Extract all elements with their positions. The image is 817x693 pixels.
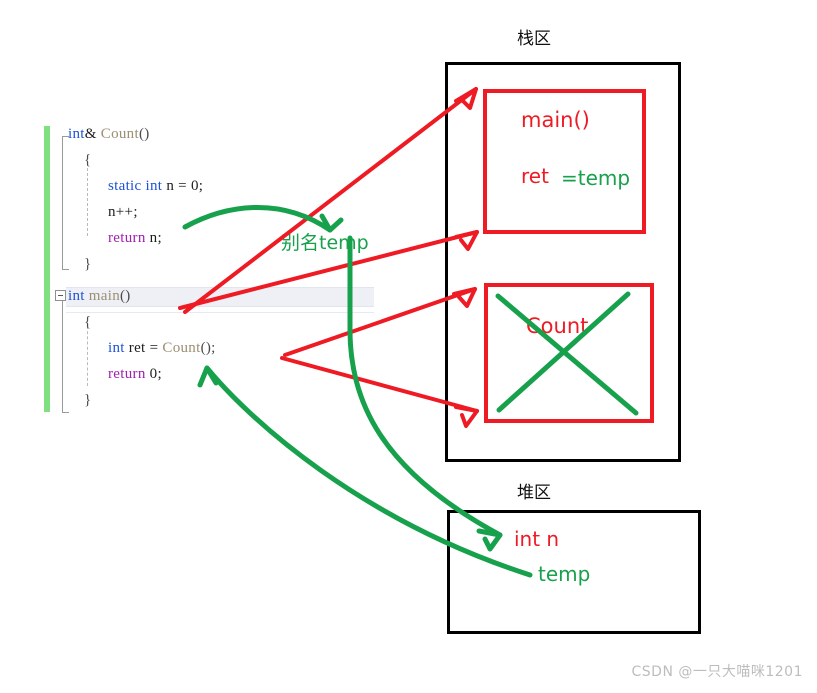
code-token: return (108, 366, 150, 382)
code-token: & (84, 126, 101, 142)
stack-region-title: 栈区 (517, 29, 551, 49)
code-token: 0; (149, 366, 162, 382)
code-fold-guide-count (62, 136, 63, 269)
code-token: int (68, 288, 89, 304)
alias-temp-annotation: 别名temp (281, 232, 369, 254)
code-token: } (84, 392, 92, 408)
heap-label-int-n: int n (514, 527, 560, 551)
stack-frame-main-label: main() (521, 108, 590, 132)
code-token: (); (200, 340, 216, 356)
code-token: Count (100, 126, 139, 142)
code-fold-guide-main (62, 294, 63, 412)
code-line: int ret = Count(); (108, 340, 216, 357)
code-line: { (84, 152, 92, 169)
code-line: int main() (68, 288, 131, 305)
code-token: static (108, 178, 146, 194)
code-collapse-toggle-main[interactable] (55, 290, 66, 301)
diagram-canvas: int& Count(){static int n = 0; n++; return… (0, 0, 817, 693)
code-token: Count (162, 340, 201, 356)
code-token: ret = (128, 340, 163, 356)
code-token: () (138, 126, 150, 142)
stack-frame-count-label: Count (526, 314, 589, 338)
code-token: () (120, 288, 131, 304)
code-fold-cap-mid (62, 269, 69, 270)
code-line: { (84, 314, 92, 331)
stack-frame-main-var-green: =temp (561, 166, 631, 190)
code-line: static int n = 0; (108, 178, 203, 195)
stack-frame-count (484, 283, 654, 423)
code-token: n++; (108, 204, 138, 220)
code-line: int& Count() (68, 126, 150, 143)
code-line: } (84, 392, 92, 409)
code-token: int (108, 340, 129, 356)
code-token: main (88, 288, 120, 304)
code-token: return (108, 230, 150, 246)
code-editor-pane: int& Count(){static int n = 0; n++; return… (44, 126, 374, 413)
heap-label-temp: temp (538, 562, 591, 586)
code-line: } (84, 256, 92, 273)
code-fold-cap-bottom (62, 412, 69, 413)
code-token: { (84, 314, 92, 330)
editor-change-bar (44, 126, 50, 412)
code-token: int (68, 126, 85, 142)
code-token: } (84, 256, 92, 272)
code-line: return n; (108, 230, 162, 247)
code-line: return 0; (108, 366, 162, 383)
current-line-highlight-underline (66, 312, 374, 313)
code-token: n = 0; (166, 178, 204, 194)
watermark: CSDN @一只大喵咪1201 (631, 664, 803, 680)
code-token: n; (149, 230, 162, 246)
code-token: { (84, 152, 92, 168)
stack-frame-main-var-red: ret (521, 164, 549, 188)
code-token: int (145, 178, 167, 194)
indent-guide-count (87, 168, 88, 236)
code-line: n++; (108, 204, 138, 221)
indent-guide-main (87, 326, 88, 386)
heap-region-title: 堆区 (517, 483, 551, 503)
